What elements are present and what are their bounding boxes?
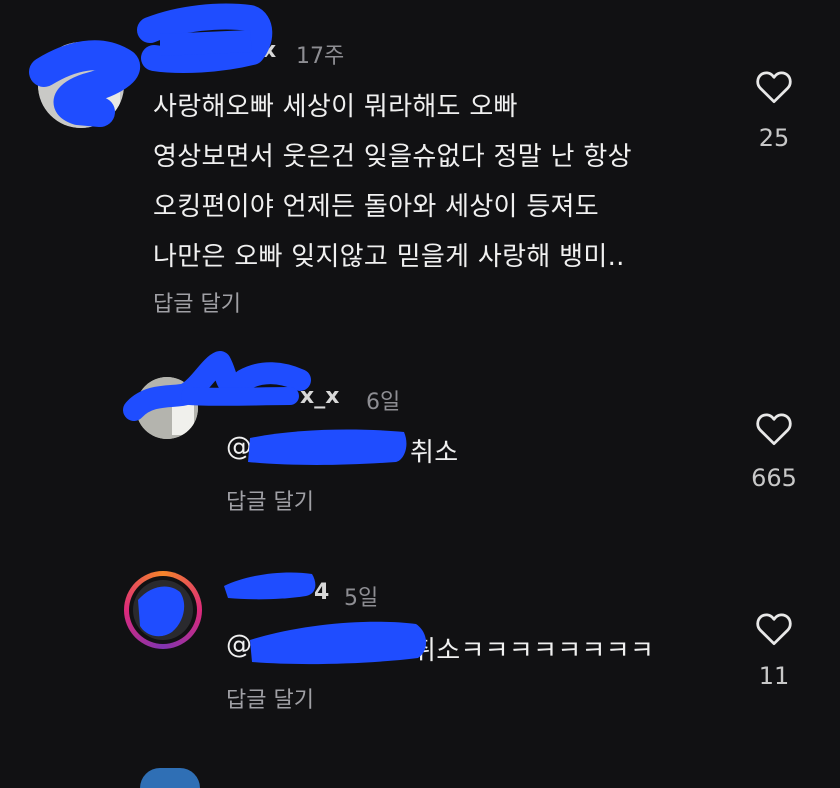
redaction-mark: [181, 387, 299, 406]
reply-username[interactable]: x_x: [300, 384, 339, 409]
like-count: 11: [758, 662, 790, 690]
mention-at-sign: @: [226, 630, 253, 660]
reply-button[interactable]: 답글 달기: [226, 682, 314, 714]
avatar-photo: [38, 42, 124, 128]
reply-button[interactable]: 답글 달기: [226, 484, 314, 516]
comment-text-line: 오킹편이야 언제든 돌아와 세상이 등져도: [153, 192, 599, 222]
reply-button[interactable]: 답글 달기: [153, 286, 241, 318]
like-count: 665: [751, 464, 797, 492]
heart-outline-icon[interactable]: [755, 70, 793, 104]
heart-outline-icon[interactable]: [755, 412, 793, 446]
reply-text: 취소ㅋㅋㅋㅋㅋㅋㅋㅋ: [412, 636, 655, 666]
reply-text: 취소: [410, 438, 459, 468]
avatar-photo: [136, 377, 198, 439]
redaction-mark: [137, 3, 273, 73]
comment-text-line: 영상보면서 웃은건 잊을슈없다 정말 난 항상: [153, 142, 632, 172]
comment-text-line: 사랑해오빠 세상이 뭐라해도 오빠: [153, 92, 518, 122]
like-count: 25: [758, 124, 790, 152]
avatar[interactable]: [38, 42, 124, 128]
heart-outline-icon[interactable]: [755, 612, 793, 646]
reply-timestamp: 5일: [344, 586, 379, 611]
comment-username[interactable]: x: [262, 38, 276, 63]
comment-text-line: 나만은 오빠 잊지않고 믿을게 사랑해 뱅미..: [153, 242, 625, 272]
redaction-mark: [250, 621, 427, 665]
next-avatar-peek: [140, 768, 200, 788]
redaction-mark: [224, 572, 316, 600]
avatar[interactable]: [136, 377, 198, 439]
redaction-mark: [248, 429, 407, 465]
avatar-photo: [133, 580, 193, 640]
comment-timestamp: 17주: [296, 44, 345, 69]
comments-panel: x 17주 사랑해오빠 세상이 뭐라해도 오빠 영상보면서 웃은건 잊을슈없다 …: [0, 0, 840, 788]
mention-at-sign: @: [226, 432, 253, 462]
redaction-mark: [160, 30, 252, 56]
reply-timestamp: 6일: [366, 390, 401, 415]
avatar-story-ring[interactable]: [124, 571, 202, 649]
reply-username[interactable]: 4: [314, 580, 329, 605]
